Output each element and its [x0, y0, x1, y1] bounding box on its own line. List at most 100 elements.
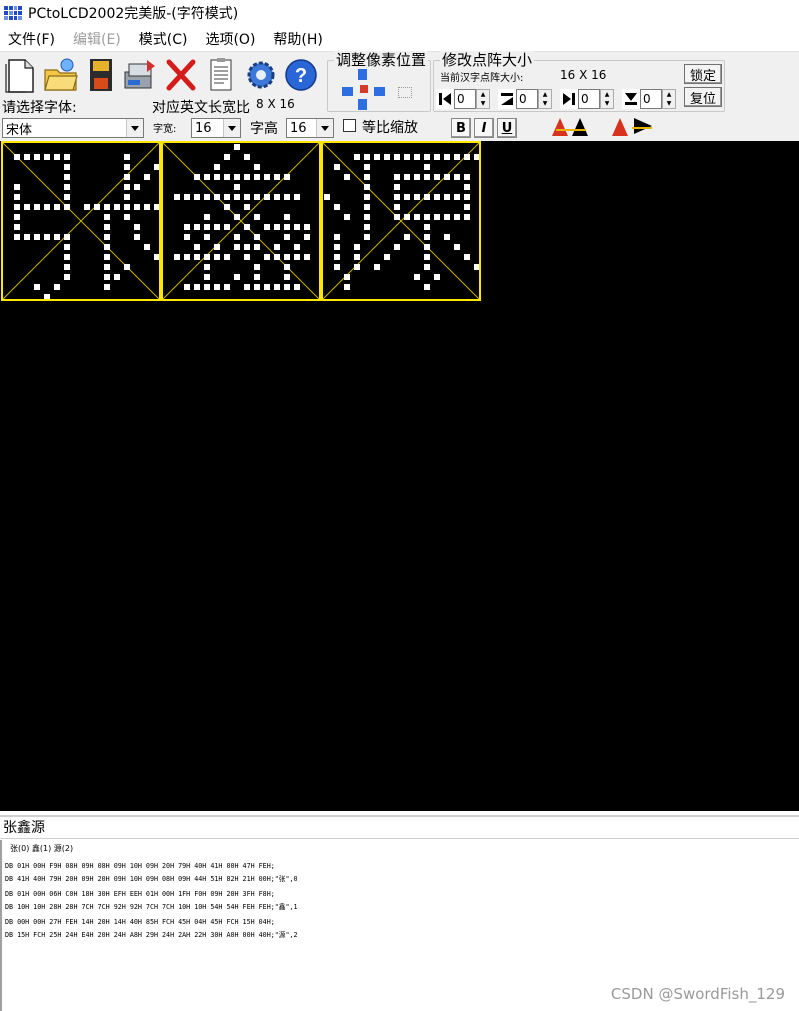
pixel-dot[interactable]: [104, 284, 110, 290]
pixel-dot[interactable]: [194, 194, 200, 200]
pixel-dot[interactable]: [344, 284, 350, 290]
right-margin-field[interactable]: 0: [578, 89, 600, 109]
pixel-dot[interactable]: [454, 194, 460, 200]
pixel-dot[interactable]: [464, 254, 470, 260]
pixel-dot[interactable]: [34, 234, 40, 240]
pixel-dot[interactable]: [364, 184, 370, 190]
pixel-dot[interactable]: [284, 264, 290, 270]
shift-up-icon[interactable]: [358, 69, 367, 80]
pixel-dot[interactable]: [24, 204, 30, 210]
pixel-dot[interactable]: [174, 194, 180, 200]
pixel-dot[interactable]: [424, 224, 430, 230]
pixel-dot[interactable]: [344, 274, 350, 280]
pixel-dot[interactable]: [454, 244, 460, 250]
pixel-dot[interactable]: [304, 224, 310, 230]
pixel-dot[interactable]: [424, 284, 430, 290]
pixel-dot[interactable]: [214, 244, 220, 250]
pixel-dot[interactable]: [364, 164, 370, 170]
pixel-dot[interactable]: [444, 194, 450, 200]
pixel-dot[interactable]: [14, 204, 20, 210]
pixel-dot[interactable]: [424, 234, 430, 240]
pixel-dot[interactable]: [394, 174, 400, 180]
pixel-dot[interactable]: [214, 194, 220, 200]
pixel-dot[interactable]: [464, 184, 470, 190]
pixel-dot[interactable]: [304, 254, 310, 260]
pixel-dot[interactable]: [184, 284, 190, 290]
pixel-dot[interactable]: [104, 254, 110, 260]
pixel-dot[interactable]: [64, 174, 70, 180]
pixel-dot[interactable]: [454, 214, 460, 220]
pixel-dot[interactable]: [474, 264, 479, 270]
pixel-dot[interactable]: [264, 284, 270, 290]
underline-button[interactable]: U: [497, 118, 517, 138]
pixel-dot[interactable]: [224, 194, 230, 200]
pixel-dot[interactable]: [304, 234, 310, 240]
pixel-dot[interactable]: [364, 204, 370, 210]
pixel-dot[interactable]: [444, 214, 450, 220]
pixel-dot[interactable]: [254, 264, 260, 270]
pixel-dot[interactable]: [54, 204, 60, 210]
pixel-dot[interactable]: [254, 274, 260, 280]
pixel-dot[interactable]: [54, 154, 60, 160]
pixel-dot[interactable]: [194, 284, 200, 290]
pixel-dot[interactable]: [224, 204, 230, 210]
pixel-dot[interactable]: [204, 264, 210, 270]
pixel-dot[interactable]: [104, 264, 110, 270]
pixel-dot[interactable]: [334, 244, 340, 250]
pixel-dot[interactable]: [434, 174, 440, 180]
italic-button[interactable]: I: [474, 118, 494, 138]
pixel-dot[interactable]: [424, 174, 430, 180]
pixel-dot[interactable]: [214, 284, 220, 290]
pixel-dot[interactable]: [124, 194, 130, 200]
pixel-dot[interactable]: [54, 284, 60, 290]
font-select[interactable]: 宋体: [2, 118, 144, 138]
char-height-select[interactable]: 16: [286, 118, 334, 138]
char-width-select[interactable]: 16: [191, 118, 241, 138]
pixel-dot[interactable]: [124, 264, 130, 270]
pixel-dot[interactable]: [214, 164, 220, 170]
pixel-dot[interactable]: [194, 254, 200, 260]
pixel-dot[interactable]: [394, 244, 400, 250]
pixel-dot[interactable]: [204, 274, 210, 280]
pixel-dot[interactable]: [124, 184, 130, 190]
pixel-dot[interactable]: [264, 254, 270, 260]
pixel-dot[interactable]: [204, 234, 210, 240]
pixel-dot[interactable]: [354, 264, 360, 270]
chevron-down-icon[interactable]: [126, 119, 143, 137]
pixel-dot[interactable]: [294, 244, 300, 250]
pixel-dot[interactable]: [154, 204, 159, 210]
pixel-dot[interactable]: [204, 284, 210, 290]
pixel-dot[interactable]: [34, 204, 40, 210]
pixel-dot[interactable]: [454, 154, 460, 160]
pixel-dot[interactable]: [474, 154, 479, 160]
new-file-icon[interactable]: [2, 55, 40, 95]
bottom-margin-spinner[interactable]: ▲ ▼: [662, 89, 676, 109]
pixel-dot[interactable]: [274, 224, 280, 230]
pixel-dot[interactable]: [354, 154, 360, 160]
pixel-dot[interactable]: [104, 214, 110, 220]
pixel-dot[interactable]: [34, 284, 40, 290]
pixel-dot[interactable]: [64, 234, 70, 240]
pixel-dot[interactable]: [274, 194, 280, 200]
pixel-dot[interactable]: [234, 194, 240, 200]
lock-button[interactable]: 锁定: [684, 64, 722, 84]
open-folder-icon[interactable]: [42, 55, 80, 95]
pixel-dot[interactable]: [234, 214, 240, 220]
pixel-dot[interactable]: [24, 234, 30, 240]
pixel-dot[interactable]: [464, 154, 470, 160]
pixel-dot[interactable]: [464, 204, 470, 210]
pixel-dot[interactable]: [124, 154, 130, 160]
help-icon[interactable]: ?: [282, 55, 320, 95]
pixel-dot[interactable]: [264, 194, 270, 200]
pixel-dot[interactable]: [434, 194, 440, 200]
pixel-dot[interactable]: [404, 194, 410, 200]
pixel-dot[interactable]: [274, 284, 280, 290]
pixel-dot[interactable]: [104, 204, 110, 210]
pixel-dot[interactable]: [364, 174, 370, 180]
pixel-dot[interactable]: [214, 224, 220, 230]
settings-gear-icon[interactable]: [242, 55, 280, 95]
pixel-dot[interactable]: [204, 214, 210, 220]
pixel-dot[interactable]: [244, 254, 250, 260]
pixel-dot[interactable]: [324, 194, 330, 200]
pixel-dot[interactable]: [14, 154, 20, 160]
